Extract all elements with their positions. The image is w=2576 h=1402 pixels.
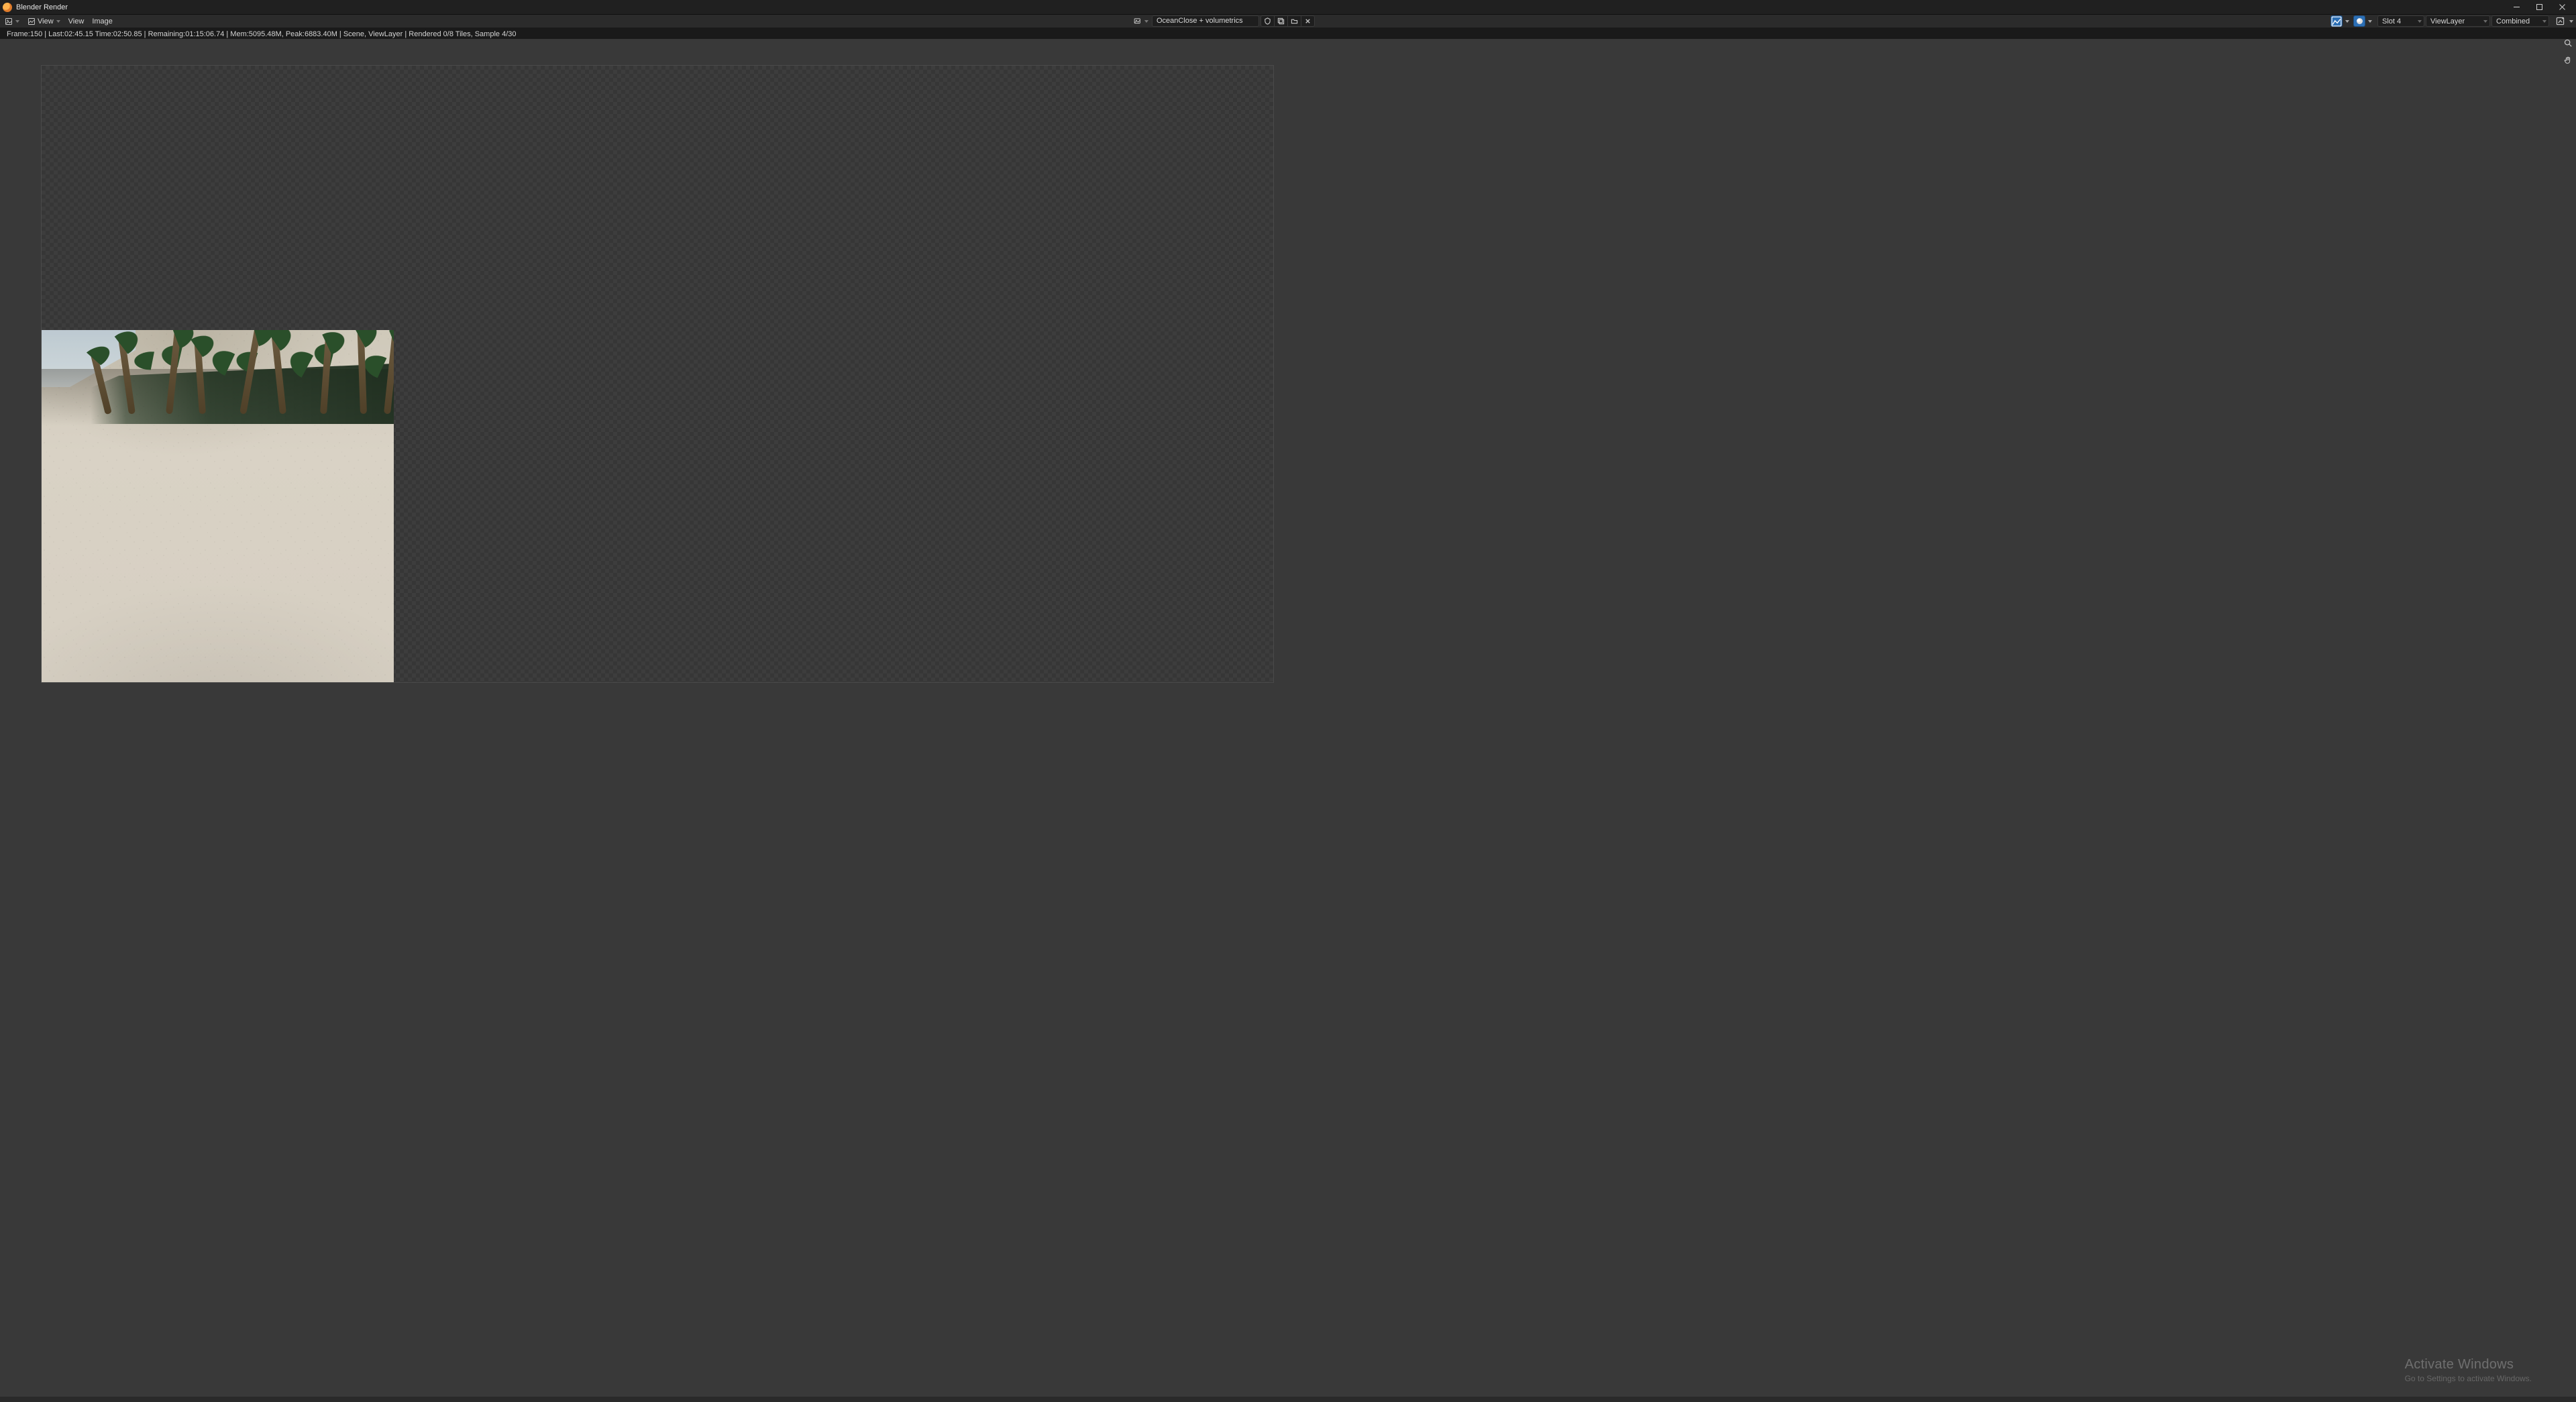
menu-image[interactable]: Image (89, 16, 116, 27)
layer-label: ViewLayer (2430, 17, 2465, 25)
unlink-image-button[interactable] (1301, 16, 1314, 26)
window-title: Blender Render (16, 3, 68, 11)
close-button[interactable] (2551, 0, 2573, 14)
titlebar: Blender Render (0, 0, 2576, 15)
image-viewport[interactable]: Activate Windows Go to Settings to activ… (0, 39, 2576, 1402)
display-channels-alpha-button[interactable] (2353, 15, 2365, 27)
fake-user-toggle[interactable] (1261, 16, 1275, 26)
render-tile-1 (42, 330, 394, 682)
duplicate-icon (1277, 17, 1285, 25)
windows-activation-watermark: Activate Windows Go to Settings to activ… (2405, 1357, 2532, 1383)
image-name-field[interactable]: OceanClose + volumetrics (1152, 15, 1259, 27)
maximize-button[interactable] (2528, 0, 2551, 14)
watermark-title: Activate Windows (2405, 1357, 2532, 1372)
pan-button[interactable] (2561, 54, 2575, 67)
mode-label: View (38, 17, 54, 25)
new-image-button[interactable] (1275, 16, 1288, 26)
image-editor-icon (5, 17, 13, 25)
layer-dropdown[interactable]: ViewLayer (2426, 15, 2490, 27)
render-status-text: Frame:150 | Last:02:45.15 Time:02:50.85 … (7, 30, 516, 38)
zoom-button[interactable] (2561, 36, 2575, 50)
menu-view[interactable]: View (65, 16, 88, 27)
image-browse-icon (1134, 17, 1142, 25)
minimize-button[interactable] (2505, 0, 2528, 14)
slot-label: Slot 4 (2382, 17, 2401, 25)
open-image-button[interactable] (1288, 16, 1301, 26)
show-metadata-button[interactable] (2553, 16, 2567, 27)
render-frame (42, 66, 1273, 682)
editor-type-dropdown[interactable] (3, 16, 23, 27)
pass-label: Combined (2496, 17, 2530, 25)
image-datablock-buttons (1260, 15, 1315, 27)
close-icon (1304, 17, 1311, 25)
mode-dropdown[interactable]: View (24, 16, 64, 27)
magnifier-icon (2563, 38, 2573, 48)
pass-dropdown[interactable]: Combined (2491, 15, 2549, 27)
bottom-bar (0, 1397, 2576, 1402)
landscape-icon (2331, 16, 2342, 27)
image-editor-header: View View Image OceanClose + volumetrics (0, 15, 2576, 28)
paint-mode-icon (28, 17, 36, 25)
hand-icon (2563, 56, 2573, 65)
folder-icon (1291, 17, 1298, 25)
shield-icon (1264, 17, 1271, 25)
slot-dropdown[interactable]: Slot 4 (2377, 15, 2424, 27)
render-status-line: Frame:150 | Last:02:45.15 Time:02:50.85 … (0, 28, 2576, 39)
sphere-icon (2357, 18, 2363, 24)
image-expand-icon (2556, 17, 2565, 25)
image-browse-dropdown[interactable] (1132, 16, 1150, 27)
view-tools (2561, 36, 2575, 67)
blender-icon (3, 3, 12, 12)
display-channels-color-button[interactable] (2330, 15, 2343, 27)
menu-image-label: Image (92, 17, 113, 25)
menu-view-label: View (68, 17, 85, 25)
watermark-sub: Go to Settings to activate Windows. (2405, 1374, 2532, 1383)
